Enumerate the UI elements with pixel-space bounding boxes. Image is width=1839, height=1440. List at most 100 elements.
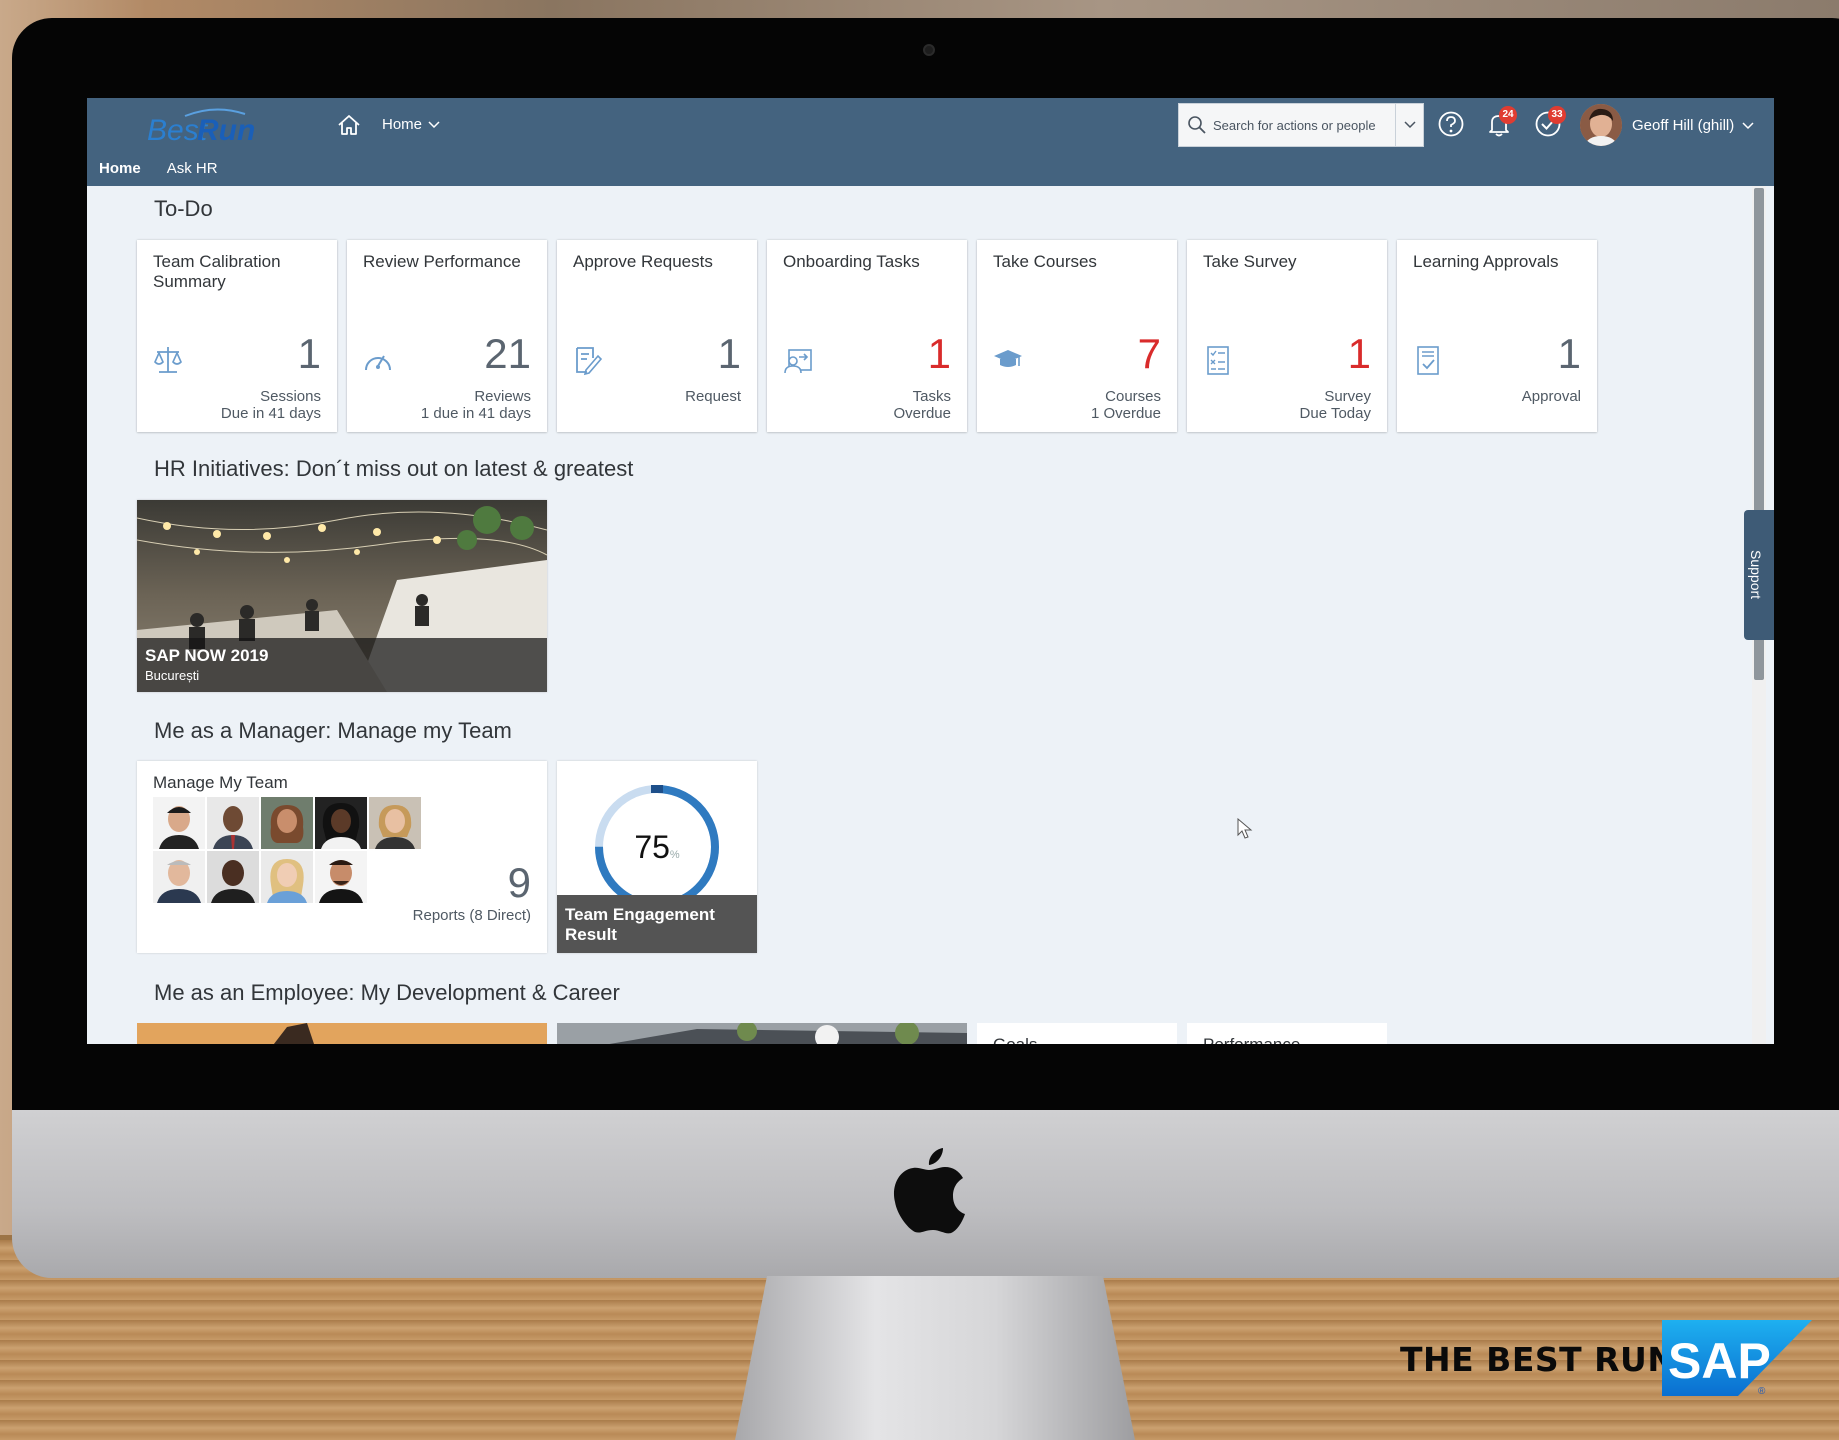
todo-section-title: To-Do — [154, 196, 213, 221]
career-tile-partial[interactable] — [557, 1023, 967, 1044]
search-input[interactable]: Search for actions or people — [1213, 118, 1393, 133]
approve-doc-icon — [576, 347, 603, 376]
tile-unit: Request — [685, 388, 741, 405]
tile-team-engagement[interactable]: 75% Team Engagement Result — [557, 761, 757, 953]
tile-unit-line2: Overdue — [893, 405, 951, 422]
news-tile-sap-now[interactable]: SAP NOW 2019 București — [137, 500, 547, 692]
search-icon — [1188, 116, 1206, 134]
tile-unit-line2: Due in 41 days — [220, 405, 321, 422]
tile-unit: Approval — [1522, 388, 1581, 405]
bestrun-logo[interactable]: Best Run — [145, 106, 259, 152]
manager-section-title: Me as a Manager: Manage my Team — [154, 718, 512, 743]
tile-unit: Survey Due Today — [1300, 388, 1371, 422]
tile-unit-line1: Request — [685, 388, 741, 405]
shell-bar: Best Run Home Home Ask HR Search for act… — [87, 98, 1774, 186]
team-member-avatar — [261, 851, 313, 903]
employee-section-title: Me as an Employee: My Development & Care… — [154, 980, 620, 1005]
tile-manage-my-team[interactable]: Manage My Team 9 Reports (8 Direct) — [137, 761, 547, 953]
team-member-avatar — [207, 851, 259, 903]
svg-text:SAP: SAP — [1668, 1333, 1771, 1389]
tile-value: 21 — [484, 330, 531, 377]
chevron-down-icon — [428, 120, 440, 128]
team-member-avatar — [207, 797, 259, 849]
tile-unit-line2: 1 due in 41 days — [420, 405, 531, 422]
team-member-avatar — [153, 851, 205, 903]
subnav-ask-hr[interactable]: Ask HR — [167, 160, 218, 177]
home-menu-label: Home — [382, 116, 423, 133]
tile-approve-requests[interactable]: Approve Requests 1 Request — [557, 240, 757, 432]
user-avatar[interactable] — [1580, 104, 1622, 146]
team-member-avatar — [153, 797, 205, 849]
tile-onboarding-tasks[interactable]: Onboarding Tasks 1 Tasks Overdue — [767, 240, 967, 432]
engagement-unit: % — [669, 849, 680, 861]
news-overlay: SAP NOW 2019 București — [137, 638, 547, 692]
home-menu-button[interactable]: Home — [382, 116, 440, 133]
user-menu[interactable]: Geoff Hill (ghill) — [1632, 117, 1754, 134]
team-member-avatar — [315, 797, 367, 849]
tile-learning-approvals[interactable]: Learning Approvals 1 Approval — [1397, 240, 1597, 432]
tile-title: Approve Requests — [573, 252, 713, 271]
tile-take-courses[interactable]: Take Courses 7 Courses 1 Overdue — [977, 240, 1177, 432]
tile-value: 1 — [717, 330, 741, 377]
team-count-unit: Reports (8 Direct) — [412, 907, 531, 924]
engagement-label: Team Engagement Result — [557, 895, 757, 953]
onboarding-icon — [784, 349, 812, 374]
development-tile-partial[interactable] — [137, 1023, 547, 1044]
tile-unit-line1: Approval — [1521, 388, 1581, 405]
tile-unit: Sessions Due in 41 days — [221, 388, 321, 422]
search-scope-dropdown[interactable] — [1395, 104, 1423, 146]
support-tab[interactable]: Support — [1744, 510, 1774, 640]
support-label: Support — [1748, 550, 1764, 600]
tile-value: 1 — [297, 330, 321, 377]
tile-title: Team Calibration Summary — [153, 252, 281, 291]
tile-goals-partial[interactable]: Goals — [977, 1023, 1177, 1044]
tile-title: Onboarding Tasks — [783, 252, 920, 271]
brand-tagline: THE BEST RUN — [1400, 1340, 1676, 1379]
notifications-badge: 24 — [1499, 106, 1517, 124]
tile-unit-line2: 1 Overdue — [1090, 405, 1161, 422]
tile-unit-line1: Survey — [1324, 388, 1371, 405]
development-photo — [137, 1023, 547, 1044]
tile-unit: Courses 1 Overdue — [1091, 388, 1161, 422]
tile-title: Manage My Team — [153, 773, 288, 792]
tile-unit-line1: Courses — [1105, 388, 1161, 405]
svg-text:®: ® — [1758, 1386, 1766, 1396]
scale-icon — [154, 347, 182, 373]
search-field[interactable]: Search for actions or people — [1178, 103, 1424, 147]
tile-performance-partial[interactable]: Performance — [1187, 1023, 1387, 1044]
approval-doc-icon — [1417, 346, 1439, 375]
team-count: 9 — [507, 859, 531, 906]
tile-title: Performance — [1203, 1035, 1300, 1044]
career-photo — [557, 1023, 967, 1044]
tile-take-survey[interactable]: Take Survey 1 Survey Due Today — [1187, 240, 1387, 432]
tile-value: 1 — [1347, 330, 1371, 377]
tile-unit: Reviews 1 due in 41 days — [421, 388, 531, 422]
tile-title: Take Courses — [993, 252, 1097, 271]
tile-unit-line1: Sessions — [260, 388, 321, 405]
tile-unit: Tasks Overdue — [893, 388, 951, 422]
user-name-label: Geoff Hill (ghill) — [1632, 117, 1735, 134]
imac-stand — [735, 1276, 1135, 1440]
news-title: SAP NOW 2019 — [145, 646, 269, 665]
news-subtitle: București — [145, 668, 200, 683]
team-member-avatar — [315, 851, 367, 903]
tile-unit-line1: Reviews — [474, 388, 531, 405]
engagement-value: 75 — [634, 829, 670, 865]
tile-title: Learning Approvals — [1413, 252, 1559, 271]
sub-navigation: Home Ask HR — [99, 160, 218, 177]
chevron-down-icon — [1403, 121, 1416, 129]
mouse-cursor-icon — [1237, 818, 1253, 839]
logo-text-run: Run — [197, 114, 255, 147]
home-icon[interactable] — [337, 114, 361, 136]
tile-value: 1 — [1557, 330, 1581, 377]
team-member-avatar — [261, 797, 313, 849]
gauge-icon — [365, 355, 391, 371]
tile-team-calibration[interactable]: Team Calibration Summary 1 Sessions Due … — [137, 240, 337, 432]
user-avatar-image — [1580, 104, 1622, 146]
help-icon[interactable] — [1437, 110, 1465, 138]
tile-value: 1 — [927, 330, 951, 377]
engagement-value-wrapper: 75% — [557, 829, 757, 866]
tile-review-performance[interactable]: Review Performance 21 Reviews 1 due in 4… — [347, 240, 547, 432]
subnav-home[interactable]: Home — [99, 160, 141, 177]
tile-unit-line1: Tasks — [912, 388, 951, 405]
